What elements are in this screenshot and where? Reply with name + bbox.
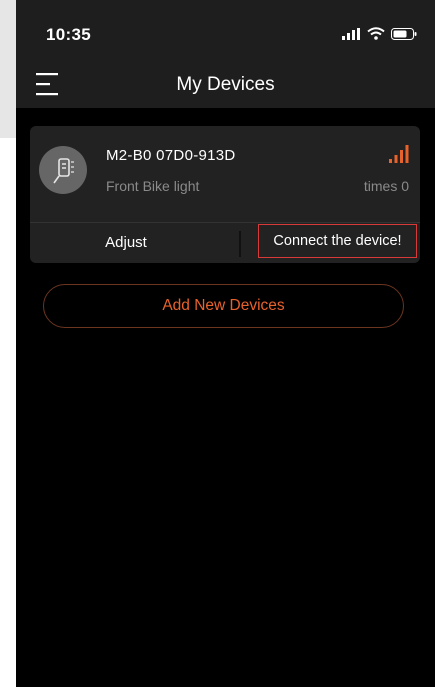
device-name: M2-B0 07D0-913D — [106, 147, 236, 164]
device-card[interactable]: M2-B0 07D0-913D Front Bike light times 0… — [30, 126, 420, 263]
add-new-devices-button[interactable]: Add New Devices — [43, 284, 404, 328]
status-bar: 10:35 — [16, 0, 435, 62]
signal-strength-icon — [389, 145, 409, 163]
action-divider — [239, 231, 241, 257]
nav-bar: My Devices — [16, 62, 435, 108]
device-info[interactable]: M2-B0 07D0-913D Front Bike light times 0 — [30, 126, 420, 222]
device-type: Front Bike light — [106, 178, 200, 194]
background-strip — [0, 0, 16, 138]
wifi-icon — [367, 27, 385, 40]
device-avatar — [39, 146, 87, 194]
page-title: My Devices — [176, 74, 275, 95]
app-screen: 10:35 My Devices M2-B0 07D0-913D Front B… — [16, 0, 435, 687]
adjust-button[interactable]: Adjust — [30, 223, 222, 263]
status-time: 10:35 — [46, 25, 91, 44]
device-actions: Adjust Connect the device! — [30, 223, 420, 263]
cellular-signal-icon — [342, 27, 360, 40]
battery-icon — [391, 27, 417, 40]
connect-device-button[interactable]: Connect the device! — [258, 224, 417, 258]
status-icons — [341, 27, 417, 40]
times-count: times 0 — [363, 178, 409, 194]
bike-light-icon — [53, 158, 74, 184]
